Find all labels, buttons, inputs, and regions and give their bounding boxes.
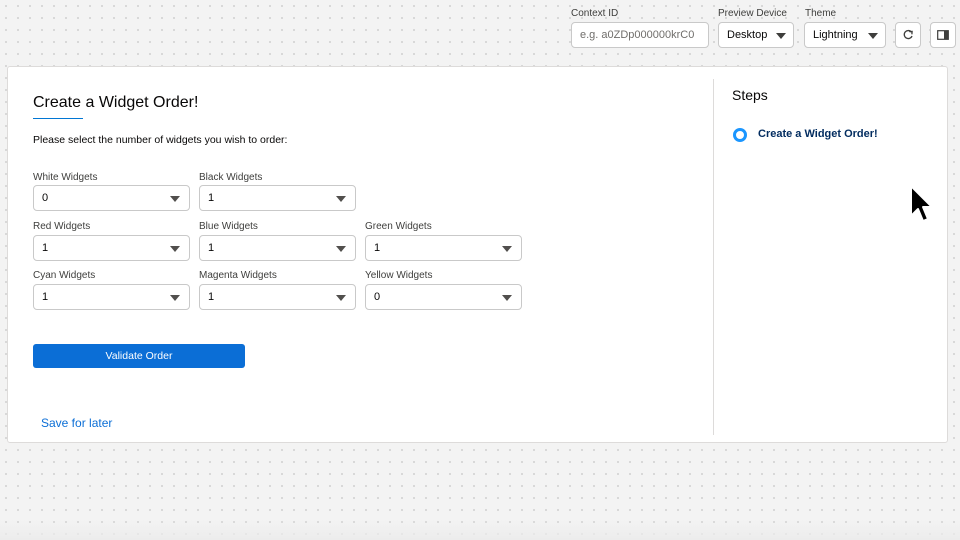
red-widgets-select[interactable]: 1	[33, 235, 190, 261]
chevron-down-icon	[776, 33, 786, 39]
panel-toggle-icon	[937, 30, 949, 40]
blue-widgets-select[interactable]: 1	[199, 235, 356, 261]
chevron-down-icon	[336, 295, 346, 301]
cyan-widgets-label: Cyan Widgets	[33, 270, 96, 281]
black-widgets-label: Black Widgets	[199, 172, 263, 183]
chevron-down-icon	[502, 246, 512, 252]
theme-label: Theme	[805, 8, 837, 19]
chevron-down-icon	[868, 33, 878, 39]
preview-device-label: Preview Device	[718, 8, 787, 19]
white-widgets-select[interactable]: 0	[33, 185, 190, 211]
chevron-down-icon	[170, 295, 180, 301]
bottom-fade	[0, 520, 960, 540]
theme-value: Lightning	[813, 29, 858, 41]
validate-order-button[interactable]: Validate Order	[33, 344, 245, 368]
chevron-down-icon	[336, 246, 346, 252]
chevron-down-icon	[170, 196, 180, 202]
step-item-label[interactable]: Create a Widget Order!	[758, 128, 878, 140]
white-widgets-value: 0	[42, 192, 49, 204]
title-underline	[33, 118, 83, 119]
yellow-widgets-select[interactable]: 0	[365, 284, 522, 310]
black-widgets-value: 1	[208, 192, 215, 204]
green-widgets-label: Green Widgets	[365, 221, 432, 232]
magenta-widgets-value: 1	[208, 291, 215, 303]
chevron-down-icon	[170, 246, 180, 252]
mouse-cursor-icon	[910, 185, 933, 222]
preview-device-select[interactable]: Desktop	[718, 22, 794, 48]
red-widgets-label: Red Widgets	[33, 221, 91, 232]
blue-widgets-label: Blue Widgets	[199, 221, 258, 232]
magenta-widgets-label: Magenta Widgets	[199, 270, 277, 281]
panel-divider	[713, 79, 714, 435]
blue-widgets-value: 1	[208, 242, 215, 254]
black-widgets-select[interactable]: 1	[199, 185, 356, 211]
chevron-down-icon	[336, 196, 346, 202]
refresh-button[interactable]	[895, 22, 921, 48]
panel-toggle-button[interactable]	[930, 22, 956, 48]
save-for-later-link[interactable]: Save for later	[41, 416, 112, 430]
red-widgets-value: 1	[42, 242, 49, 254]
step-active-indicator-icon	[733, 128, 747, 142]
instruction-text: Please select the number of widgets you …	[33, 134, 288, 146]
refresh-icon	[903, 29, 913, 40]
cyan-widgets-value: 1	[42, 291, 49, 303]
yellow-widgets-value: 0	[374, 291, 381, 303]
green-widgets-value: 1	[374, 242, 381, 254]
green-widgets-select[interactable]: 1	[365, 235, 522, 261]
chevron-down-icon	[502, 295, 512, 301]
flow-card: Create a Widget Order! Please select the…	[7, 66, 948, 443]
white-widgets-label: White Widgets	[33, 172, 98, 183]
cyan-widgets-select[interactable]: 1	[33, 284, 190, 310]
context-id-input[interactable]: e.g. a0ZDp000000krC0	[571, 22, 709, 48]
magenta-widgets-select[interactable]: 1	[199, 284, 356, 310]
context-id-label: Context ID	[571, 8, 619, 19]
theme-select[interactable]: Lightning	[804, 22, 886, 48]
steps-heading: Steps	[732, 87, 768, 103]
preview-device-value: Desktop	[727, 29, 768, 41]
yellow-widgets-label: Yellow Widgets	[365, 270, 433, 281]
page-title: Create a Widget Order!	[33, 94, 199, 111]
